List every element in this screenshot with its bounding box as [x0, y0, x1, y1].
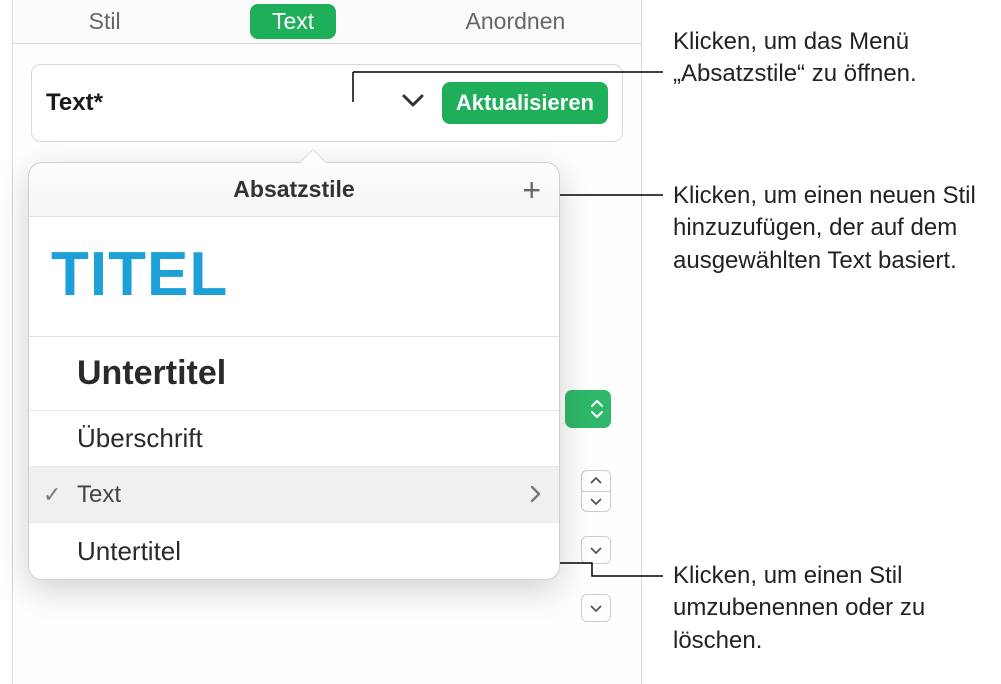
- style-row-untertitel[interactable]: Untertitel: [29, 337, 559, 411]
- style-row-titel[interactable]: TITEL: [29, 217, 559, 337]
- add-style-button[interactable]: +: [511, 179, 541, 201]
- checkmark-icon: ✓: [43, 482, 61, 508]
- callout-rename-delete: Klicken, um einen Stil umzubenennen oder…: [673, 560, 993, 657]
- popover-header: Absatzstile +: [29, 163, 559, 217]
- style-label: Untertitel: [77, 354, 226, 393]
- plus-icon: +: [522, 172, 541, 208]
- callout-open-menu: Klicken, um das Menü „Absatzstile“ zu öf…: [673, 26, 993, 91]
- popover-title: Absatzstile: [77, 176, 511, 203]
- style-row-uberschrift[interactable]: Überschrift: [29, 411, 559, 467]
- style-label: Untertitel: [77, 536, 181, 567]
- callout-add-style: Klicken, um einen neuen Stil hinzuzufüge…: [673, 180, 993, 277]
- chevron-right-icon[interactable]: [530, 479, 541, 510]
- style-label: Überschrift: [77, 423, 203, 454]
- titel-preview: TITEL: [51, 240, 228, 309]
- style-row-text[interactable]: ✓ Text: [29, 467, 559, 523]
- style-row-untertitel-2[interactable]: Untertitel: [29, 523, 559, 579]
- style-label: Text: [77, 481, 121, 509]
- paragraph-styles-popover: Absatzstile + TITEL Untertitel Überschri…: [28, 162, 560, 580]
